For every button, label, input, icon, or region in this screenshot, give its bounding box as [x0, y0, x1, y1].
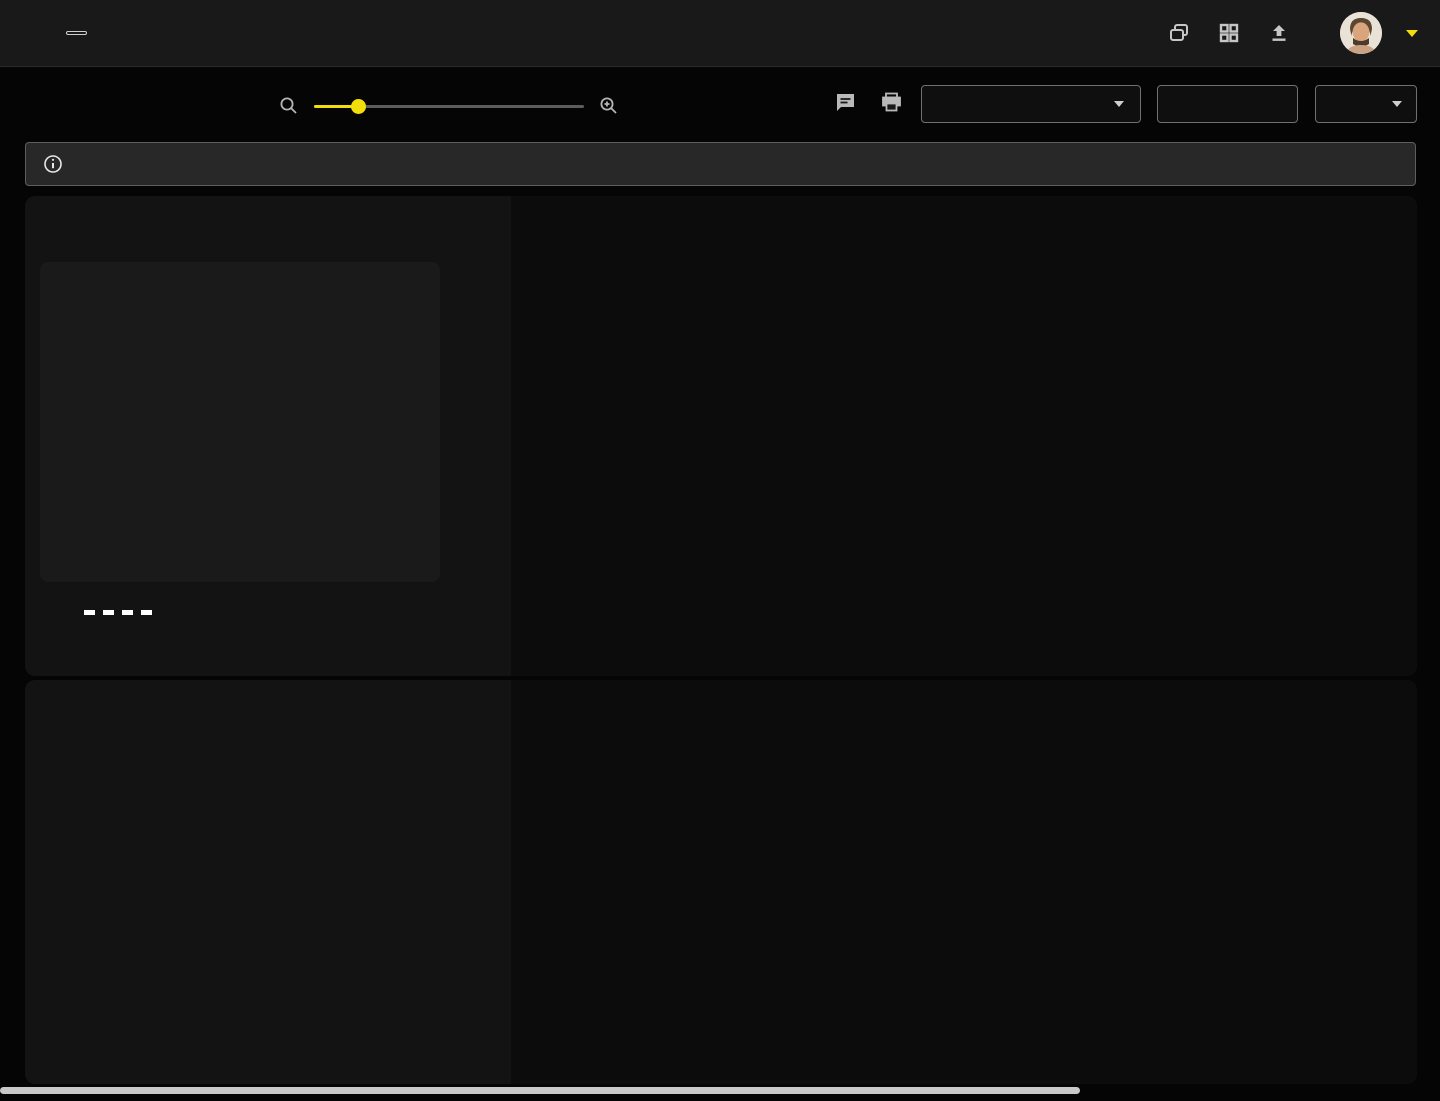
zoom-out-icon[interactable]: [276, 93, 302, 119]
run-scenario-button[interactable]: [1157, 85, 1298, 123]
avatar[interactable]: [1340, 12, 1382, 54]
classes-legend-card: [40, 262, 440, 582]
squadron-select[interactable]: [921, 85, 1141, 123]
zoom-in-icon[interactable]: [596, 93, 622, 119]
capacity-chart: [511, 196, 1417, 676]
zoom-slider-thumb[interactable]: [351, 99, 366, 114]
comments-icon[interactable]: [832, 89, 858, 115]
timeline-zoom-control: [276, 93, 622, 119]
powered-by: [60, 31, 87, 35]
gantt-chart: [511, 680, 1417, 1084]
edit-menu-button[interactable]: [1315, 85, 1417, 123]
info-banner: [25, 142, 1416, 186]
user-menu-caret-icon[interactable]: [1406, 30, 1418, 37]
print-icon[interactable]: [878, 89, 904, 115]
target-pft-dash-sample: [84, 610, 154, 615]
upload-icon[interactable]: [1266, 20, 1292, 46]
horizontal-scrollbar[interactable]: [0, 1087, 1080, 1094]
pft-capacity-panel: [25, 196, 1417, 676]
apps-grid-icon[interactable]: [1216, 20, 1242, 46]
open-windows-icon[interactable]: [1166, 20, 1192, 46]
toolbar: [0, 67, 1440, 141]
info-icon: [40, 151, 66, 177]
anno-ai-logo: [66, 31, 87, 35]
classes-in-progress-panel: [25, 680, 1417, 1084]
target-pft-legend: [48, 610, 154, 615]
edit-menu-caret-icon: [1392, 101, 1402, 107]
zoom-slider-track[interactable]: [314, 105, 584, 108]
squadron-select-caret-icon: [1114, 101, 1124, 107]
app-bar: [0, 0, 1440, 67]
